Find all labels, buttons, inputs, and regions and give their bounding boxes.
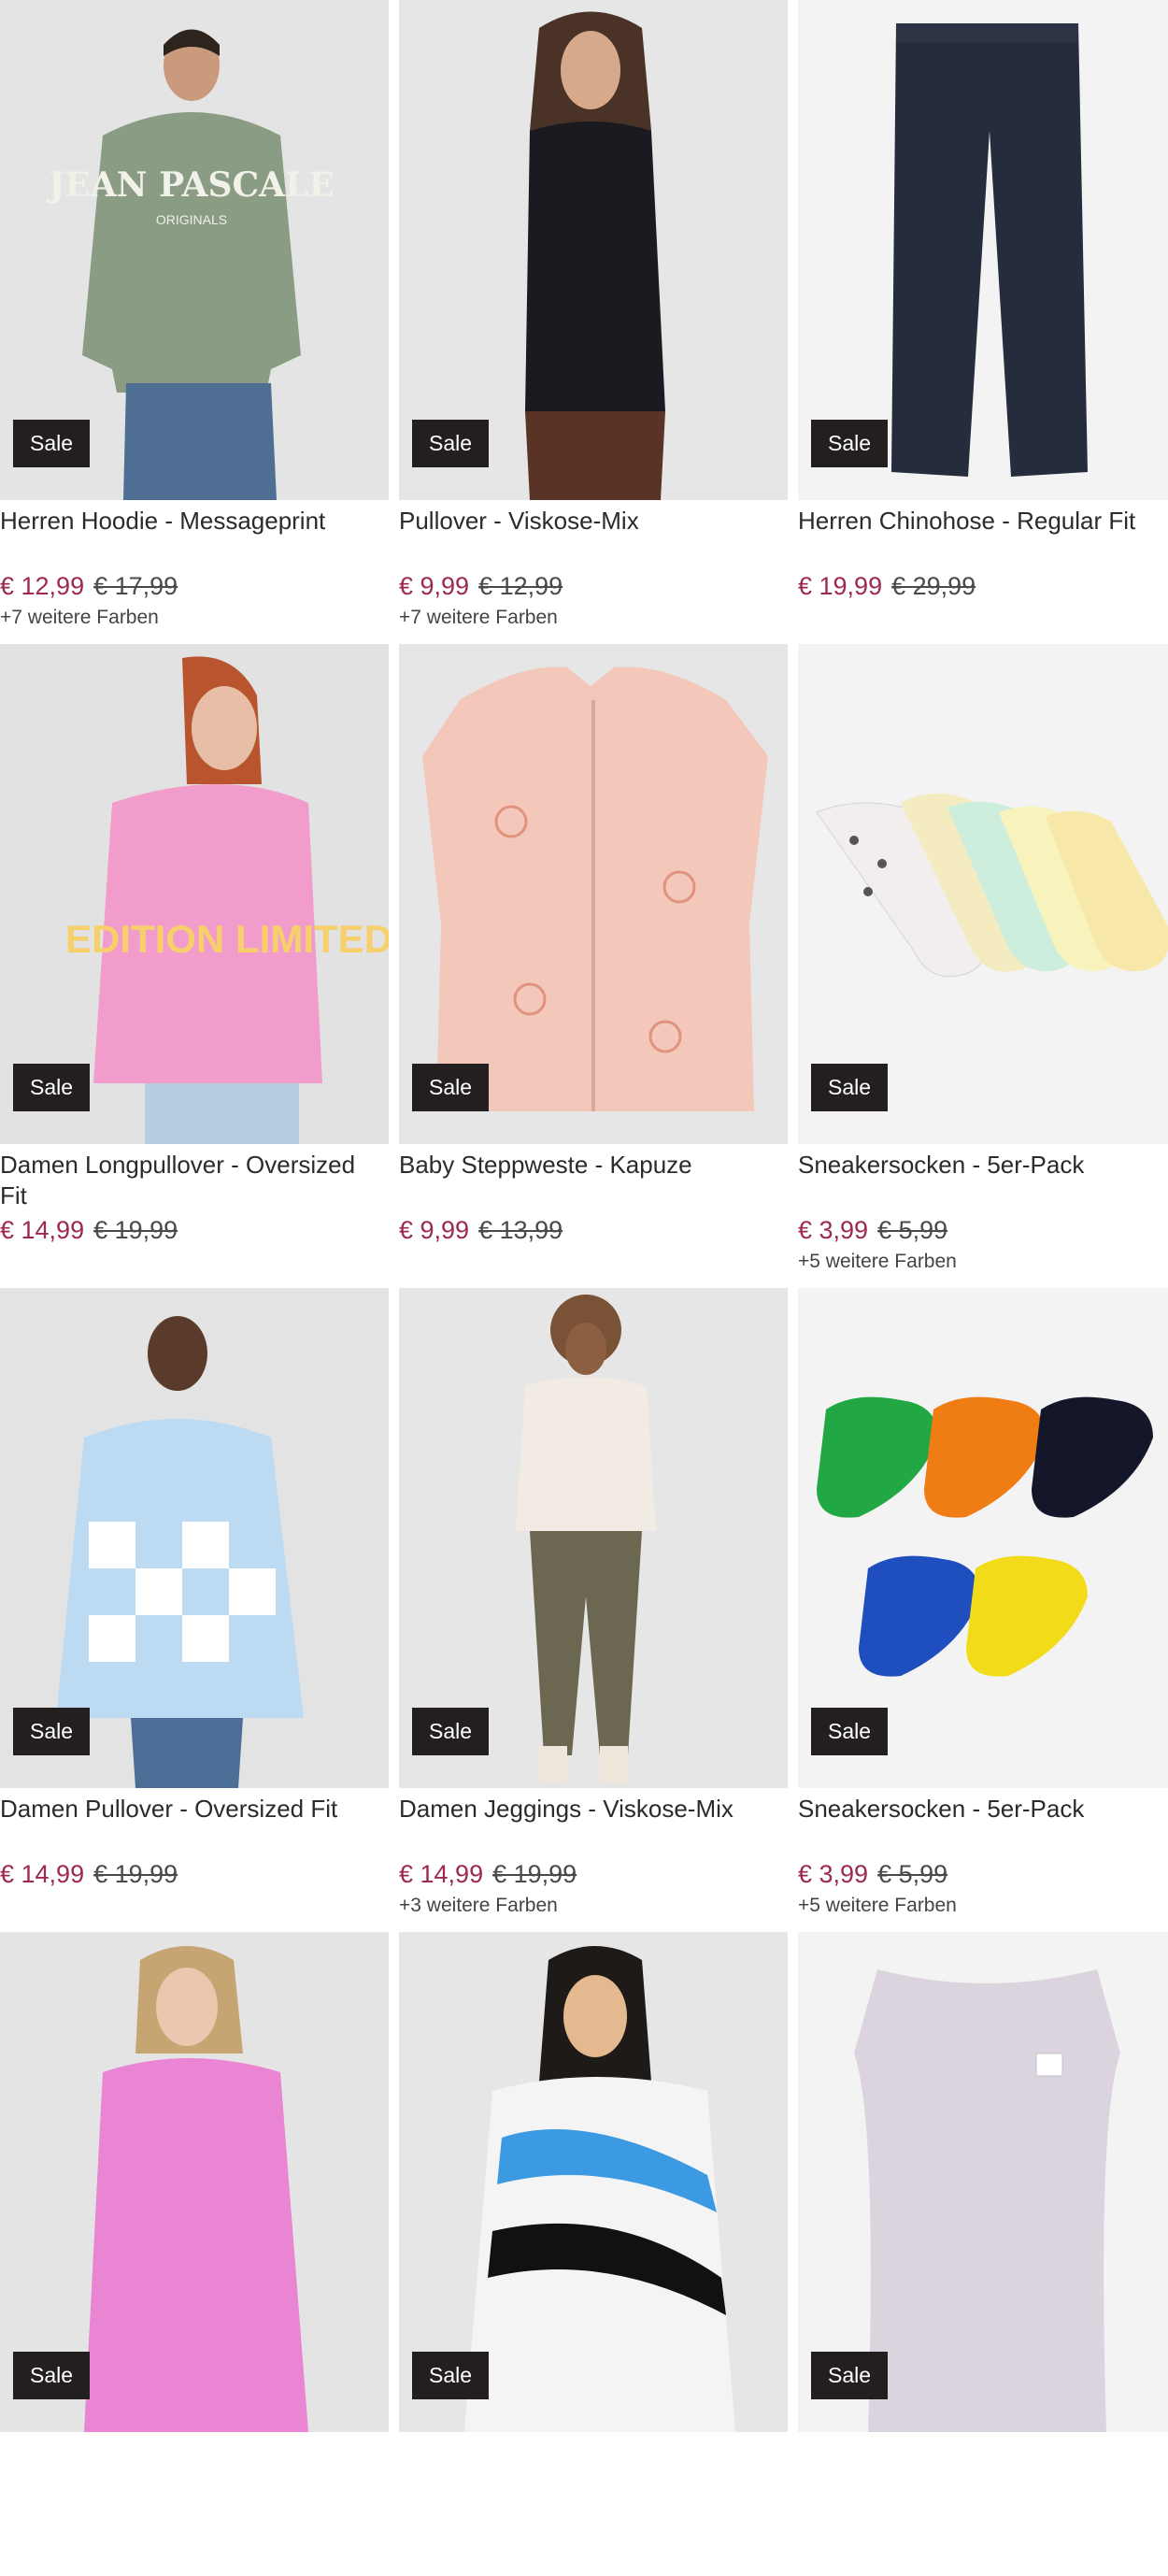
sale-price: € 14,99 bbox=[0, 1216, 85, 1244]
original-price: € 12,99 bbox=[478, 572, 563, 600]
more-colors-link[interactable]: +7 weitere Farben bbox=[399, 606, 788, 630]
product-title[interactable]: Sneakersocken - 5er-Pack bbox=[798, 1150, 1168, 1211]
longpullover-print-text: EDITION LIMITED bbox=[65, 917, 389, 961]
sale-badge: Sale bbox=[811, 1708, 889, 1755]
price-row: € 14,99 € 19,99 bbox=[0, 1859, 389, 1889]
original-price: € 19,99 bbox=[93, 1216, 178, 1244]
product-title[interactable]: Damen Pullover - Oversized Fit bbox=[0, 1794, 389, 1855]
sale-badge: Sale bbox=[811, 1064, 889, 1111]
product-grid: JEAN PASCALE ORIGINALS Sale Herren Hoodi… bbox=[0, 0, 1168, 2576]
product-image[interactable]: Sale bbox=[0, 1288, 389, 1788]
product-image[interactable]: Sale bbox=[399, 0, 788, 500]
product-card[interactable]: Sale Herren Chinohose - Regular Fit € 19… bbox=[798, 0, 1168, 644]
sale-price: € 12,99 bbox=[0, 572, 85, 600]
more-colors-link[interactable]: +7 weitere Farben bbox=[0, 606, 389, 630]
hoodie-print-text: JEAN PASCALE bbox=[46, 165, 335, 205]
product-image[interactable]: Sale bbox=[798, 0, 1168, 500]
more-colors-link[interactable]: +3 weitere Farben bbox=[399, 1894, 788, 1918]
product-card[interactable]: JEAN PASCALE ORIGINALS Sale Herren Hoodi… bbox=[0, 0, 389, 644]
sale-price: € 9,99 bbox=[399, 1216, 470, 1244]
original-price: € 13,99 bbox=[478, 1216, 563, 1244]
product-image[interactable]: Sale bbox=[399, 1288, 788, 1788]
product-card[interactable]: Sale Pullover - Viskose-Mix € 9,99 € 12,9… bbox=[399, 0, 788, 644]
product-image[interactable]: Sale bbox=[0, 1932, 389, 2432]
product-title[interactable]: Sneakersocken - 5er-Pack bbox=[798, 1794, 1168, 1855]
hoodie-print-sub: ORIGINALS bbox=[156, 212, 227, 227]
product-image[interactable]: Sale bbox=[798, 1932, 1168, 2432]
product-card[interactable]: Sale bbox=[399, 1932, 788, 2576]
original-price: € 5,99 bbox=[877, 1216, 948, 1244]
more-colors-link[interactable]: +5 weitere Farben bbox=[798, 1250, 1168, 1274]
price-row: € 19,99 € 29,99 bbox=[798, 571, 1168, 601]
product-card[interactable]: Sale Baby Steppweste - Kapuze € 9,99 € 13… bbox=[399, 644, 788, 1288]
sale-badge: Sale bbox=[412, 420, 490, 467]
original-price: € 19,99 bbox=[492, 1860, 577, 1888]
sale-price: € 9,99 bbox=[399, 572, 470, 600]
product-card[interactable]: EDITION LIMITED Sale Damen Longpullover … bbox=[0, 644, 389, 1288]
more-colors-link[interactable]: +5 weitere Farben bbox=[798, 1894, 1168, 1918]
product-image[interactable]: Sale bbox=[399, 644, 788, 1144]
original-price: € 17,99 bbox=[93, 572, 178, 600]
price-row: € 12,99 € 17,99 bbox=[0, 571, 389, 601]
price-row: € 9,99 € 13,99 bbox=[399, 1215, 788, 1245]
product-image[interactable]: JEAN PASCALE ORIGINALS Sale bbox=[0, 0, 389, 500]
product-card[interactable]: Sale Sneakersocken - 5er-Pack € 3,99 € 5,… bbox=[798, 1288, 1168, 1932]
product-image[interactable]: Sale bbox=[798, 644, 1168, 1144]
sale-price: € 19,99 bbox=[798, 572, 883, 600]
original-price: € 29,99 bbox=[891, 572, 976, 600]
sale-badge: Sale bbox=[412, 1064, 490, 1111]
original-price: € 19,99 bbox=[93, 1860, 178, 1888]
product-card[interactable]: Sale Sneakersocken - 5er-Pack € 3,99 € 5,… bbox=[798, 644, 1168, 1288]
price-row: € 3,99 € 5,99 bbox=[798, 1215, 1168, 1245]
product-card[interactable]: Sale bbox=[0, 1932, 389, 2576]
sale-price: € 14,99 bbox=[0, 1860, 85, 1888]
price-row: € 9,99 € 12,99 bbox=[399, 571, 788, 601]
sale-badge: Sale bbox=[412, 1708, 490, 1755]
sale-badge: Sale bbox=[13, 1708, 91, 1755]
product-card[interactable]: Sale bbox=[798, 1932, 1168, 2576]
product-image[interactable]: EDITION LIMITED Sale bbox=[0, 644, 389, 1144]
product-title[interactable]: Damen Jeggings - Viskose-Mix bbox=[399, 1794, 788, 1855]
product-card[interactable]: Sale Damen Jeggings - Viskose-Mix € 14,9… bbox=[399, 1288, 788, 1932]
sale-badge: Sale bbox=[13, 2352, 91, 2399]
sale-price: € 3,99 bbox=[798, 1860, 869, 1888]
price-row: € 14,99 € 19,99 bbox=[0, 1215, 389, 1245]
sale-badge: Sale bbox=[811, 420, 889, 467]
price-row: € 3,99 € 5,99 bbox=[798, 1859, 1168, 1889]
sale-badge: Sale bbox=[13, 420, 91, 467]
product-title[interactable]: Pullover - Viskose-Mix bbox=[399, 506, 788, 567]
sale-price: € 3,99 bbox=[798, 1216, 869, 1244]
product-title[interactable]: Baby Steppweste - Kapuze bbox=[399, 1150, 788, 1211]
product-card[interactable]: Sale Damen Pullover - Oversized Fit € 14… bbox=[0, 1288, 389, 1932]
product-title[interactable]: Damen Longpullover - Oversized Fit bbox=[0, 1150, 389, 1211]
sale-price: € 14,99 bbox=[399, 1860, 484, 1888]
sale-badge: Sale bbox=[412, 2352, 490, 2399]
sale-badge: Sale bbox=[13, 1064, 91, 1111]
product-title[interactable]: Herren Hoodie - Messageprint bbox=[0, 506, 389, 567]
price-row: € 14,99 € 19,99 bbox=[399, 1859, 788, 1889]
product-image[interactable]: Sale bbox=[798, 1288, 1168, 1788]
product-image[interactable]: Sale bbox=[399, 1932, 788, 2432]
sale-badge: Sale bbox=[811, 2352, 889, 2399]
product-title[interactable]: Herren Chinohose - Regular Fit bbox=[798, 506, 1168, 567]
original-price: € 5,99 bbox=[877, 1860, 948, 1888]
